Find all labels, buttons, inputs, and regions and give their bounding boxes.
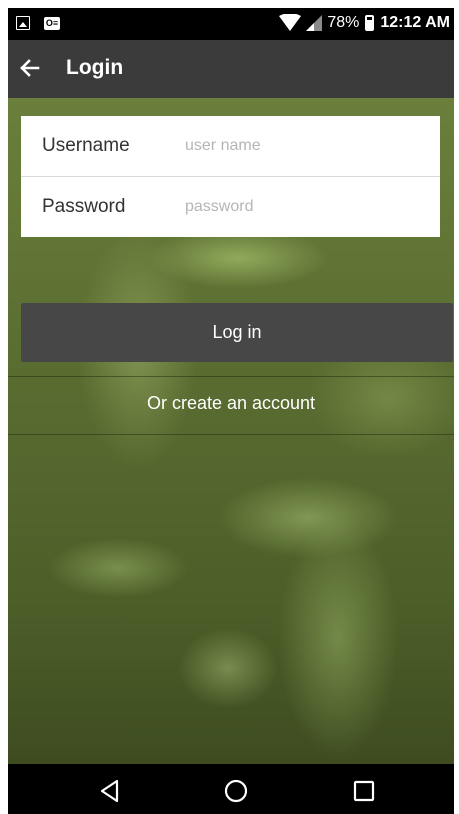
password-row: Password bbox=[21, 177, 440, 237]
password-label: Password bbox=[42, 196, 126, 217]
nav-home-icon bbox=[224, 779, 248, 803]
login-button[interactable]: Log in bbox=[21, 303, 453, 362]
battery-percent: 78% bbox=[327, 14, 360, 31]
username-row: Username bbox=[21, 116, 440, 176]
outlook-icon: O≡ bbox=[44, 16, 60, 30]
app-bar: Login bbox=[8, 40, 454, 98]
status-bar-left: O≡ bbox=[16, 16, 60, 30]
back-button[interactable] bbox=[16, 54, 44, 82]
status-bar-right: 78% 12:12 AM bbox=[279, 14, 450, 32]
username-label: Username bbox=[42, 135, 130, 156]
image-icon bbox=[16, 16, 30, 30]
status-bar: O≡ 78% 12:12 AM bbox=[8, 8, 454, 40]
password-input[interactable] bbox=[181, 191, 429, 223]
login-form: Username Password bbox=[21, 116, 440, 237]
nav-back-button[interactable] bbox=[95, 776, 125, 806]
navigation-bar bbox=[8, 764, 454, 814]
battery-icon bbox=[365, 15, 375, 31]
nav-back-icon bbox=[100, 779, 119, 803]
screen: O≡ 78% 12:12 AM Login Username user name… bbox=[8, 8, 454, 814]
signal-icon bbox=[306, 15, 323, 31]
page-title: Login bbox=[66, 56, 124, 79]
create-account-link[interactable]: Or create an account bbox=[8, 377, 454, 434]
clock: 12:12 AM bbox=[380, 14, 450, 31]
nav-home-button[interactable] bbox=[221, 776, 251, 806]
arrow-left-icon bbox=[20, 59, 40, 77]
wifi-icon bbox=[279, 14, 302, 31]
nav-recents-icon bbox=[353, 780, 375, 802]
divider-bottom bbox=[8, 434, 454, 435]
username-input[interactable] bbox=[181, 130, 429, 162]
nav-recents-button[interactable] bbox=[349, 776, 379, 806]
login-content: Username Password Log in Or create an ac… bbox=[8, 98, 454, 764]
